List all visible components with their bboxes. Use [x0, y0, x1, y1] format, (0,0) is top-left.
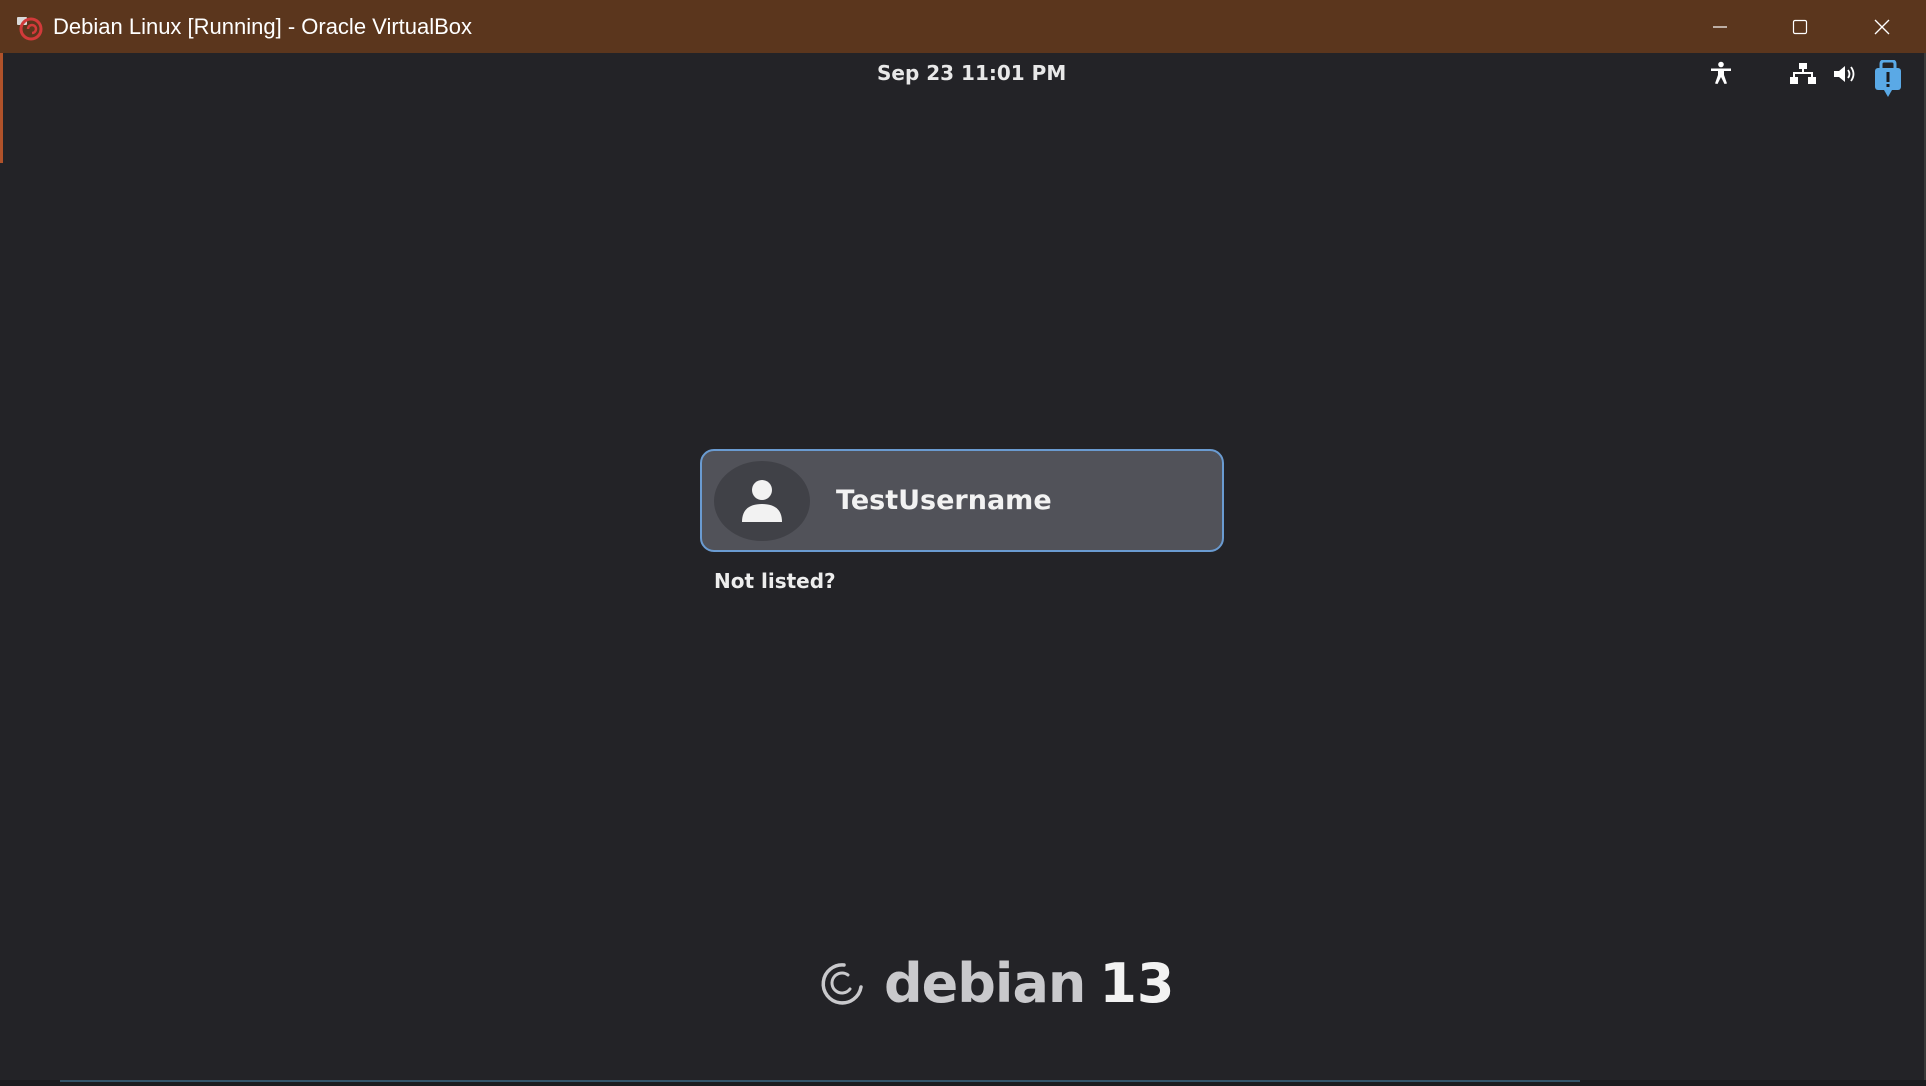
close-icon — [1874, 19, 1890, 35]
gnome-top-bar: Sep 23 11:01 PM — [3, 53, 1924, 97]
maximize-button[interactable] — [1760, 0, 1840, 53]
virtualbox-window: Debian Linux [Running] - Oracle VirtualB… — [0, 0, 1926, 1086]
debian-branding: debian 13 — [820, 956, 1174, 1012]
maximize-icon — [1792, 19, 1808, 35]
bottom-accent-line — [60, 1080, 1580, 1082]
debian-swirl-logo — [820, 961, 866, 1007]
accessibility-icon[interactable] — [1707, 59, 1735, 87]
window-bottom-edge — [0, 1080, 1926, 1086]
avatar — [714, 461, 810, 541]
window-title: Debian Linux [Running] - Oracle VirtualB… — [53, 14, 473, 39]
window-titlebar[interactable]: Debian Linux [Running] - Oracle VirtualB… — [0, 0, 1926, 53]
virtualbox-app-icon — [16, 15, 43, 41]
volume-icon[interactable] — [1831, 61, 1859, 87]
debian-wordmark: debian — [884, 952, 1086, 1015]
user-avatar-icon — [714, 461, 810, 541]
username-label: TestUsername — [836, 485, 1052, 516]
network-wired-icon[interactable] — [1789, 61, 1817, 87]
user-list-item[interactable]: TestUsername — [700, 449, 1224, 552]
minimize-icon — [1712, 19, 1728, 35]
not-listed-link[interactable]: Not listed? — [714, 568, 836, 594]
clock[interactable]: Sep 23 11:01 PM — [877, 60, 1066, 86]
virtualbox-notification-icon[interactable] — [1871, 59, 1905, 99]
minimize-button[interactable] — [1680, 0, 1760, 53]
close-button[interactable] — [1842, 0, 1922, 53]
debian-version: 13 — [1099, 952, 1175, 1015]
